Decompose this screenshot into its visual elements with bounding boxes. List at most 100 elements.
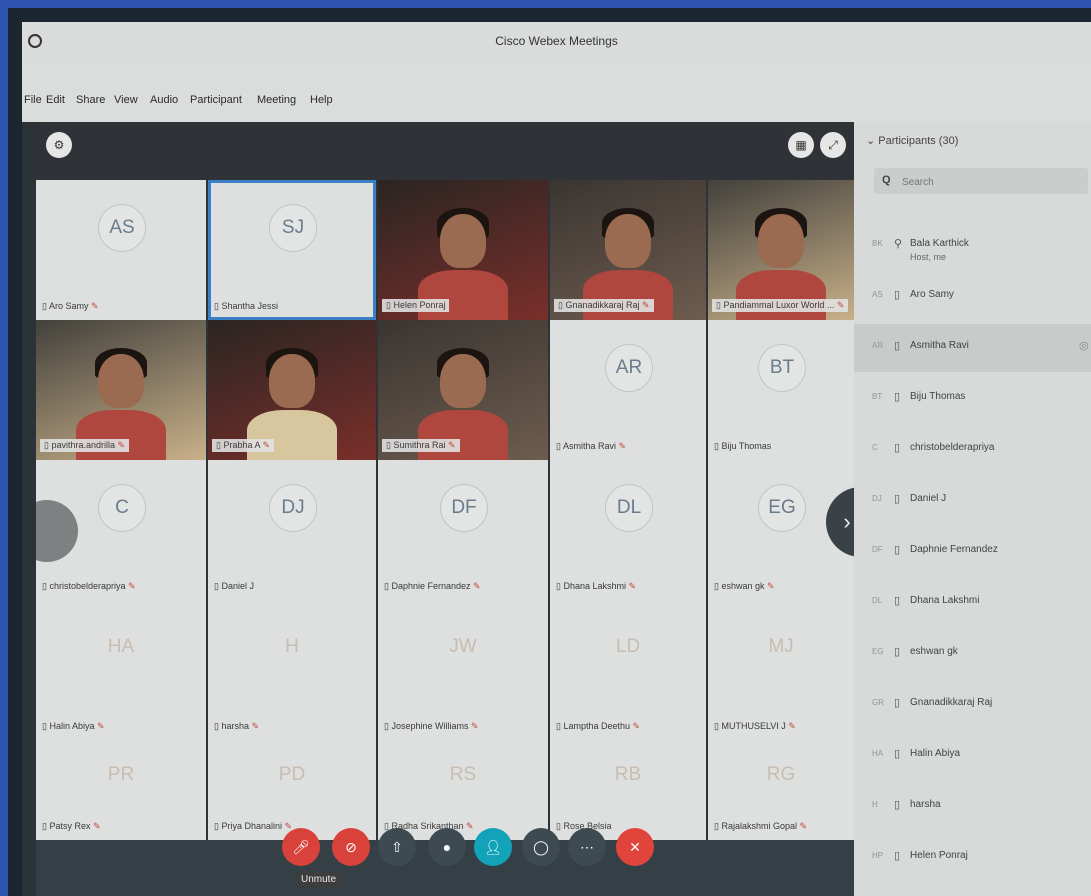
menu-audio[interactable]: Audio	[150, 94, 178, 106]
avatar-initials: RB	[614, 764, 642, 785]
close-icon: ✕	[629, 839, 641, 855]
chat-button[interactable]: ◯	[522, 828, 560, 866]
mic-icon[interactable]: ◎	[1079, 339, 1089, 352]
menu-meeting[interactable]: Meeting	[257, 94, 296, 106]
share-button[interactable]: ⇧	[378, 828, 416, 866]
participant-tile[interactable]: PD ▯ Priya Dhanalini ✎	[208, 740, 376, 840]
menu-participant[interactable]: Participant	[190, 94, 242, 106]
menu-file[interactable]: File	[24, 94, 42, 106]
menu-bar: File Edit Share View Audio Participant M…	[22, 62, 1091, 122]
participant-name: Biju Thomas	[721, 441, 772, 451]
device-icon: ▯	[894, 697, 901, 709]
avatar-initials: PR	[107, 764, 135, 785]
participant-name: harsha	[221, 721, 249, 731]
device-icon: ▯	[894, 289, 901, 301]
menu-view[interactable]: View	[114, 94, 138, 106]
participant-tile[interactable]: RG ▯ Rajalakshmi Gopal ✎	[708, 740, 854, 840]
participant-tile[interactable]: ▯ Pandiammal Luxor World ... ✎	[708, 180, 854, 320]
participant-name: Asmitha Ravi	[910, 340, 969, 351]
leave-button[interactable]: ✕	[616, 828, 654, 866]
stop-video-button[interactable]: ⊘	[332, 828, 370, 866]
participant-name: Priya Dhanalini	[221, 821, 282, 831]
participant-tile[interactable]: BT ▯ Biju Thomas	[708, 320, 854, 460]
mic-muted-icon: ✎	[468, 721, 479, 731]
participant-tile[interactable]: DJ ▯ Daniel J	[208, 460, 376, 600]
device-icon: ▯	[894, 850, 901, 862]
person-face	[98, 354, 144, 408]
participant-list-item[interactable]: AS ▯ Aro Samy	[854, 273, 1091, 321]
tile-name-label: ▯ Halin Abiya ✎	[42, 721, 105, 732]
record-button[interactable]: ●	[428, 828, 466, 866]
participant-tile[interactable]: SJ ▯ Shantha Jessi	[208, 180, 376, 320]
gear-icon[interactable]: ⚙	[46, 132, 72, 158]
grid-view-icon[interactable]: ▦	[788, 132, 814, 158]
participant-tile[interactable]: RS ▯ Radha Srikanthan ✎	[378, 740, 548, 840]
unmute-button[interactable]: 🎤︎	[282, 828, 320, 866]
participant-list-item[interactable]: DJ ▯ Daniel J	[854, 477, 1091, 525]
mic-muted-icon: ✎	[260, 440, 271, 450]
participant-name: christobelderapriya	[49, 581, 126, 591]
overlay-disc	[36, 500, 78, 562]
participant-list-item[interactable]: DF ▯ Daphnie Fernandez	[854, 528, 1091, 576]
participant-tile[interactable]: ▯ Prabha A ✎	[208, 320, 376, 460]
participants-button[interactable]: 👤︎	[474, 828, 512, 866]
screen: Cisco Webex Meetings File Edit Share Vie…	[22, 22, 1091, 896]
title-bar: Cisco Webex Meetings	[22, 22, 1091, 62]
participant-list-item[interactable]: HA ▯ Halin Abiya	[854, 732, 1091, 780]
mic-muted-icon: ✎	[797, 821, 808, 831]
participant-tile[interactable]: H ▯ harsha ✎	[208, 600, 376, 740]
menu-share[interactable]: Share	[76, 94, 105, 106]
participant-list-item[interactable]: H ▯ harsha	[854, 783, 1091, 831]
participant-tile[interactable]: PR ▯ Patsy Rex ✎	[36, 740, 206, 840]
participant-tile[interactable]: MJ ▯ MUTHUSELVI J ✎	[708, 600, 854, 740]
participant-initials: DF	[872, 545, 883, 554]
participant-tile[interactable]: ▯ Sumithra Rai ✎	[378, 320, 548, 460]
participant-list-item[interactable]: EG ▯ eshwan gk	[854, 630, 1091, 678]
tile-name-label: ▯ Priya Dhanalini ✎	[214, 821, 292, 832]
participant-name: Aro Samy	[48, 301, 89, 311]
participant-tile[interactable]: LD ▯ Lamptha Deethu ✎	[550, 600, 706, 740]
participant-tile[interactable]: ▯ Gnanadikkaraj Raj ✎	[550, 180, 706, 320]
participant-list-item[interactable]: C ▯ christobelderapriya	[854, 426, 1091, 474]
participants-header[interactable]: ⌄ Participants (30)	[866, 134, 958, 147]
search-input[interactable]	[900, 172, 1084, 192]
person-face	[440, 354, 486, 408]
participant-tile[interactable]: DL ▯ Dhana Lakshmi ✎	[550, 460, 706, 600]
participant-tile[interactable]: ▯ Helen Ponraj	[378, 180, 548, 320]
mic-muted-icon: ✎	[785, 721, 796, 731]
menu-help[interactable]: Help	[310, 94, 333, 106]
window-title: Cisco Webex Meetings	[495, 34, 618, 48]
more-icon: ⋯	[580, 839, 594, 855]
person-body	[76, 410, 166, 460]
participant-tile[interactable]: AR ▯ Asmitha Ravi ✎	[550, 320, 706, 460]
device-icon: ▯	[894, 748, 901, 760]
tile-name-label: ▯ Dhana Lakshmi ✎	[556, 581, 636, 592]
participant-list-item[interactable]: DL ▯ Dhana Lakshmi	[854, 579, 1091, 627]
participant-name: Aro Samy	[910, 289, 954, 300]
participant-list-item[interactable]: BT ▯ Biju Thomas	[854, 375, 1091, 423]
participant-tile[interactable]: C ▯ christobelderapriya ✎	[36, 460, 206, 600]
tile-name-label: ▯ Lamptha Deethu ✎	[556, 721, 640, 732]
video-stage: ⚙ ▦ ⤢ AS ▯ Aro Samy ✎ SJ ▯ Shantha Jessi ▯ H…	[36, 122, 868, 896]
participant-list-item[interactable]: GR ▯ Gnanadikkaraj Raj	[854, 681, 1091, 729]
participant-tile[interactable]: JW ▯ Josephine Williams ✎	[378, 600, 548, 740]
participant-name: Pandiammal Luxor World ...	[723, 300, 835, 310]
participant-tile[interactable]: DF ▯ Daphnie Fernandez ✎	[378, 460, 548, 600]
participant-initials: HP	[872, 851, 884, 860]
menu-edit[interactable]: Edit	[46, 94, 65, 106]
participant-list-item[interactable]: BK ⚲ Bala Karthick Host, me	[854, 222, 1091, 270]
participant-tile[interactable]: ▯ pavithra.andrilla ✎	[36, 320, 206, 460]
participant-tile[interactable]: RB ▯ Rose Belsia	[550, 740, 706, 840]
avatar-initials: JW	[449, 636, 477, 657]
participant-list-item[interactable]: HP ▯ Helen Ponraj	[854, 834, 1091, 882]
participant-list-item[interactable]: AR ▯ Asmitha Ravi ◎	[854, 324, 1091, 372]
person-body	[736, 270, 826, 320]
tile-name-label: ▯ harsha ✎	[214, 721, 259, 732]
more-button[interactable]: ⋯	[568, 828, 606, 866]
participant-tile[interactable]: AS ▯ Aro Samy ✎	[36, 180, 206, 320]
participant-tile[interactable]: HA ▯ Halin Abiya ✎	[36, 600, 206, 740]
participant-name: harsha	[910, 799, 941, 810]
tile-name-label: ▯ eshwan gk ✎	[714, 581, 775, 592]
participant-initials: BK	[872, 239, 883, 248]
fullscreen-icon[interactable]: ⤢	[820, 132, 846, 158]
